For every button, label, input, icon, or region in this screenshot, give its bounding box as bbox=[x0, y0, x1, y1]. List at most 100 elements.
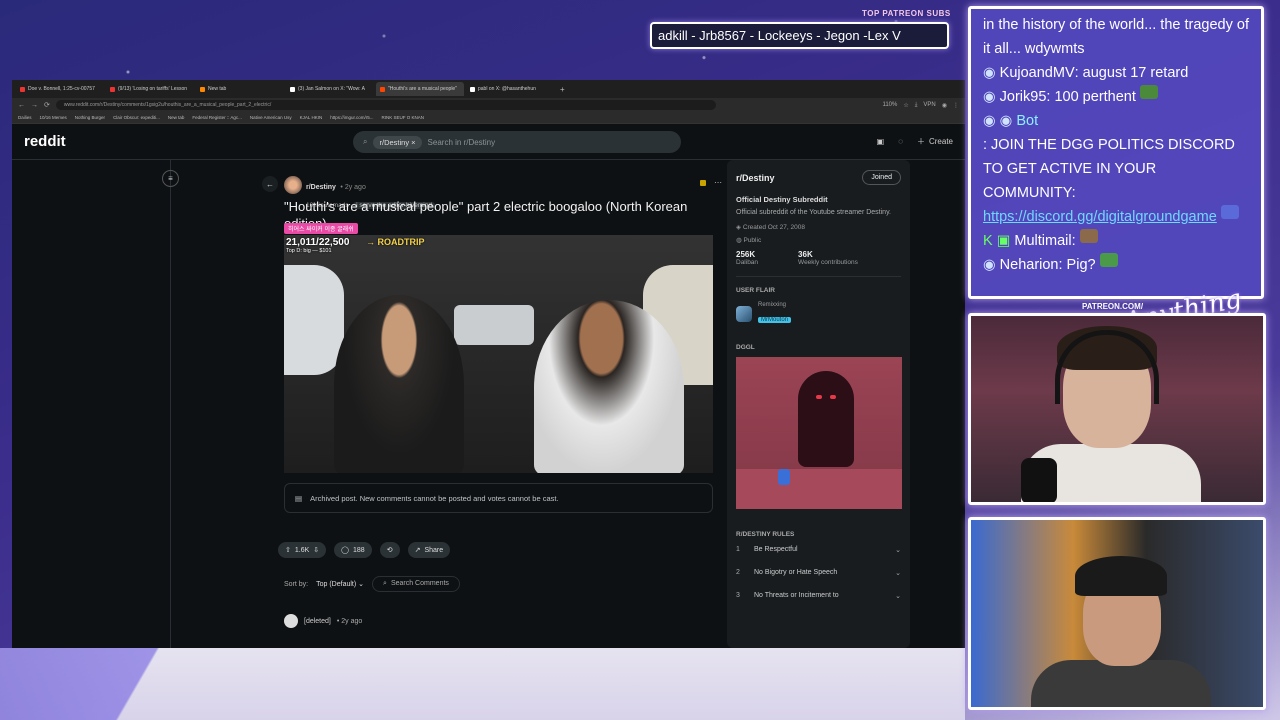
joined-button[interactable]: Joined bbox=[862, 170, 901, 185]
rule-item[interactable]: 3 No Threats or Incitement to ⌄ bbox=[736, 584, 901, 607]
subreddit-search[interactable]: ⌕ r/Destiny × Search in r/Destiny bbox=[353, 131, 681, 153]
cam-cap bbox=[1075, 556, 1167, 596]
rule-number: 1 bbox=[736, 546, 740, 553]
chat-message: https://discord.gg/digitalgroundgame bbox=[983, 205, 1249, 229]
more-options-icon[interactable]: ⋯ bbox=[714, 178, 722, 187]
sidebar-toggle-icon[interactable]: ≡ bbox=[162, 170, 179, 187]
back-icon[interactable]: ← bbox=[18, 102, 25, 109]
lightning-decoration bbox=[0, 648, 220, 720]
download-icon[interactable]: ⤓ bbox=[915, 102, 918, 109]
created-date: ◈ Created Oct 27, 2008 bbox=[736, 223, 901, 231]
search-icon: ⌕ bbox=[383, 580, 387, 587]
sidebar-heading: Official Destiny Subreddit bbox=[736, 195, 828, 204]
bookmark-item[interactable]: KJAL HKIN bbox=[300, 115, 323, 120]
chat-message: ◉ Jorik95: 100 perthent bbox=[983, 85, 1249, 109]
browser-tab[interactable]: (3) Jan Salmon on X: "Wow: A bbox=[286, 82, 374, 96]
video-overlay-count: 21,011/22,500 bbox=[286, 237, 350, 248]
comment-time: • 2y ago bbox=[336, 617, 363, 625]
vote-control[interactable]: ⇧ 1.6K ⇩ bbox=[278, 542, 327, 558]
browser-toolbar-icons: 110% ☆ ⤓ VPN ◉ ⋮ bbox=[882, 102, 959, 109]
url-input[interactable]: www.reddit.com/r/Destiny/comments/1gsig2… bbox=[55, 100, 716, 110]
user-flair[interactable]: Remixxing MrMouton bbox=[736, 302, 901, 326]
chat-link[interactable]: https://discord.gg/digitalgroundgame bbox=[983, 205, 1217, 229]
browser-window: Doe v. Bonnell, 1:25-cv-00757 (9/13) 'Lo… bbox=[12, 80, 965, 648]
downvote-icon[interactable]: ⇩ bbox=[313, 546, 319, 554]
tab-label: New tab bbox=[208, 86, 227, 92]
webcam-bottom bbox=[968, 517, 1266, 710]
menu-icon[interactable]: ⋮ bbox=[953, 102, 959, 109]
share-icon: ↗ bbox=[414, 547, 421, 554]
bookmark-item[interactable]: New tab bbox=[168, 115, 185, 120]
cam-shirt bbox=[1031, 660, 1211, 707]
bookmark-item[interactable]: RINK SEUF O KNAN bbox=[382, 115, 425, 120]
video-overlay-top: Top D: big — $101 bbox=[286, 248, 332, 254]
forward-icon[interactable]: → bbox=[31, 102, 38, 109]
sidebar-subreddit-name[interactable]: r/Destiny bbox=[736, 173, 775, 183]
browser-tab[interactable]: Doe v. Bonnell, 1:25-cv-00757 bbox=[16, 82, 104, 96]
chevron-down-icon: ⌄ bbox=[895, 546, 901, 554]
tab-label: (3) Jan Salmon on X: "Wow: A bbox=[298, 86, 365, 92]
archive-icon: ▤ bbox=[295, 493, 303, 503]
post-video[interactable]: 21,011/22,500 → ROADTRIP Top D: big — $1… bbox=[284, 235, 713, 473]
bookmark-item[interactable]: Dailies bbox=[18, 115, 32, 120]
rule-item[interactable]: 2 No Bigotry or Hate Speech ⌄ bbox=[736, 561, 901, 584]
back-arrow-icon[interactable]: ← bbox=[262, 176, 278, 192]
flair-username: Remixxing bbox=[758, 302, 787, 308]
new-tab-icon[interactable]: + bbox=[560, 85, 565, 94]
chat-message: K ▣ Multimail: bbox=[983, 229, 1249, 253]
browser-tab[interactable]: pabl on X: @hasanthehun bbox=[466, 82, 554, 96]
extensions-icon[interactable]: ◉ bbox=[942, 102, 947, 109]
dggl-label: DGGL bbox=[736, 344, 755, 351]
vpn-badge[interactable]: VPN bbox=[923, 102, 935, 108]
bookmark-item[interactable]: https://imgur.com/r5... bbox=[330, 115, 373, 120]
bookmark-item[interactable]: 10/16 Memes bbox=[40, 115, 67, 120]
rule-item[interactable]: 1 Be Respectful ⌄ bbox=[736, 538, 901, 561]
microphone-icon bbox=[1021, 458, 1057, 502]
browser-tab[interactable]: (9/13) 'Losing on tariffs' Lesson bbox=[106, 82, 194, 96]
reddit-logo[interactable]: reddit bbox=[24, 133, 66, 150]
tab-bar: Doe v. Bonnell, 1:25-cv-00757 (9/13) 'Lo… bbox=[12, 80, 965, 98]
browser-tab[interactable]: New tab bbox=[196, 82, 284, 96]
award-icon[interactable] bbox=[700, 180, 706, 186]
upvote-icon[interactable]: ⇧ bbox=[285, 546, 291, 554]
bookmark-item[interactable]: Native American Usy bbox=[250, 115, 292, 120]
post-actions: ⇧ 1.6K ⇩ ◯ 188 ⟲ ↗ Share bbox=[278, 542, 451, 558]
search-comments-input[interactable]: ⌕ Search Comments bbox=[372, 576, 460, 592]
post-subreddit[interactable]: r/Destiny bbox=[306, 184, 336, 191]
create-button[interactable]: ＋ Create bbox=[917, 136, 953, 147]
chat-username: Jorik95 bbox=[999, 89, 1047, 105]
bookmark-item[interactable]: Nothing Burger bbox=[75, 115, 105, 120]
chat-username: Neharion bbox=[999, 257, 1059, 273]
ads-icon[interactable]: ▣ bbox=[877, 137, 885, 146]
bookmark-star-icon[interactable]: ☆ bbox=[903, 102, 908, 109]
rule-text: No Threats or Incitement to bbox=[754, 592, 839, 599]
browser-tab-active[interactable]: "Houthi's are a musical people" bbox=[376, 82, 464, 96]
bookmark-item[interactable]: Federal Register :: Agc... bbox=[192, 115, 242, 120]
dggl-image[interactable] bbox=[736, 357, 902, 509]
image-floor bbox=[736, 469, 902, 509]
chat-text: : 100 perthent bbox=[1046, 89, 1136, 105]
crosspost-button[interactable]: ⟲ bbox=[379, 542, 400, 558]
reload-icon[interactable]: ⟳ bbox=[44, 101, 50, 109]
subreddit-stats: 256K Daliban 36K Weekly contributions bbox=[736, 250, 901, 266]
chat-icon[interactable]: ◌ bbox=[898, 137, 903, 146]
flair-avatar-icon bbox=[736, 306, 752, 322]
sort-dropdown[interactable]: Top (Default) ⌄ bbox=[316, 580, 364, 588]
subreddit-avatar[interactable] bbox=[284, 176, 302, 194]
tab-label: "Houthi's are a musical people" bbox=[388, 86, 457, 92]
car-rear-window bbox=[454, 305, 534, 345]
zoom-indicator[interactable]: 110% bbox=[882, 102, 897, 108]
share-button[interactable]: ↗ Share bbox=[407, 542, 451, 558]
search-scope-chip[interactable]: r/Destiny × bbox=[373, 135, 422, 149]
chat-emote-icon bbox=[1079, 229, 1098, 243]
visibility-text: Public bbox=[743, 237, 762, 244]
bookmark-item[interactable]: Clair Obscur: expediti... bbox=[113, 115, 160, 120]
chat-username: Multimail bbox=[1014, 233, 1072, 249]
chat-text: in the history of the world... the trage… bbox=[983, 17, 1249, 57]
post-time: • 2y ago bbox=[340, 184, 366, 191]
comments-button[interactable]: ◯ 188 bbox=[334, 542, 372, 558]
chat-emote-icon bbox=[1220, 205, 1239, 219]
chat-username: KujoandMV bbox=[999, 65, 1075, 81]
contributions-count: 36K bbox=[798, 250, 813, 259]
rules-label: R/DESTINY RULES bbox=[736, 531, 795, 538]
